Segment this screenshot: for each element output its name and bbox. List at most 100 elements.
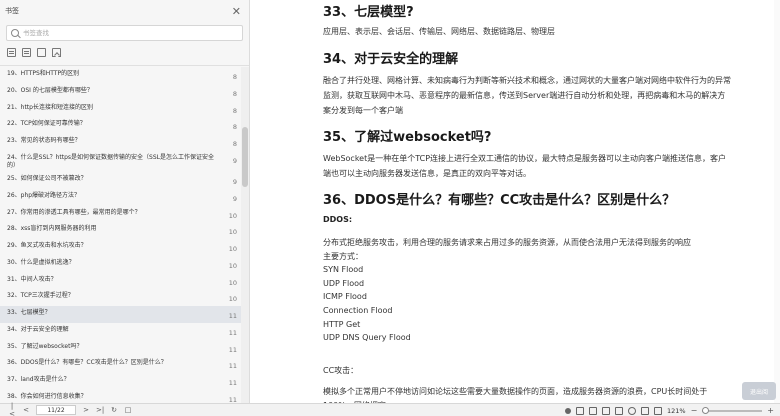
heading-35: 35、了解过websocket吗? bbox=[323, 130, 492, 145]
bookmark-item[interactable]: 22、TCP如何保证可靠传输？ 8 bbox=[0, 117, 241, 134]
bookmark-item-page: 11 bbox=[228, 345, 237, 354]
bookmark-item-label: 32、TCP三次握手过程？ bbox=[7, 292, 74, 300]
bookmark-item-label: 22、TCP如何保证可靠传输？ bbox=[7, 120, 86, 128]
sidebar-divider bbox=[0, 65, 249, 66]
fit-width-icon[interactable] bbox=[654, 406, 662, 415]
bookmark-item[interactable]: 24、什么是SSL？https是如何保证数据传输的安全（SSL是怎么工作保证安全… bbox=[0, 151, 241, 172]
ddos-label: DDOS: bbox=[323, 215, 353, 224]
fit-page-icon[interactable]: □ bbox=[124, 406, 132, 414]
paragraph-cc: 模拟多个正常用户不停地访问如论坛这些需要大量数据操作的页面，造成服务器资源的浪费… bbox=[323, 387, 708, 403]
document-view: 33、七层模型? 应用层、表示层、会话层、传输层、网络层、数据链路层、物理层 3… bbox=[251, 0, 780, 403]
bookmark-item-label: 20、OSI 的七层模型都有哪些？ bbox=[7, 86, 93, 94]
bookmark-item-label: 27、你常用的渗透工具有哪些，最常用的是哪个？ bbox=[7, 208, 141, 216]
heading-33: 33、七层模型? bbox=[323, 5, 414, 20]
bookmark-item[interactable]: 36、DDOS是什么？有哪些？CC攻击是什么？区别是什么？ 11 bbox=[0, 356, 241, 373]
bookmark-item-page: 11 bbox=[228, 379, 237, 388]
bookmark-item-label: 37、land攻击是什么？ bbox=[7, 376, 70, 384]
bookmark-item-label: 34、对于云安全的理解 bbox=[7, 325, 69, 333]
settings-icon[interactable] bbox=[565, 407, 571, 414]
zoom-level[interactable]: 121% bbox=[667, 407, 686, 415]
bookmark-item[interactable]: 19、HTTPS和HTTP的区别 8 bbox=[0, 67, 241, 84]
sidebar-header: 书签 ✕ bbox=[0, 0, 249, 22]
bookmark-item[interactable]: 35、了解过websocket吗？ 11 bbox=[0, 340, 241, 357]
bookmark-item[interactable]: 27、你常用的渗透工具有哪些，最常用的是哪个？ 10 bbox=[0, 206, 241, 223]
zoom-out-icon[interactable]: − bbox=[691, 406, 698, 415]
bookmark-item[interactable]: 30、什么是虚拟机逃逸？ 10 bbox=[0, 256, 241, 273]
status-bar: |< < 11/22 > >| ↻ □ 121% − + bbox=[0, 402, 780, 416]
single-page-icon[interactable] bbox=[576, 406, 584, 415]
bookmark-list: 19、HTTPS和HTTP的区别 8 20、OSI 的七层模型都有哪些？ 8 21、ht… bbox=[0, 67, 241, 403]
bookmark-item[interactable]: 32、TCP三次握手过程？ 10 bbox=[0, 289, 241, 306]
bookmark-item-label: 28、xss盲打到内网服务器的利用 bbox=[7, 225, 97, 233]
expand-all-icon[interactable] bbox=[7, 48, 16, 57]
cc-label: CC攻击： bbox=[323, 366, 359, 375]
bookmark-item-page: 8 bbox=[232, 73, 237, 81]
bookmark-item[interactable]: 21、http长连接和短连接的区别 8 bbox=[0, 101, 241, 118]
bookmark-item[interactable]: 31、中间人攻击？ 10 bbox=[0, 273, 241, 290]
bookmark-item-label: 26、php爆破对路径方法？ bbox=[7, 191, 81, 199]
view-tools: 121% − + bbox=[565, 404, 774, 416]
first-page-icon[interactable]: |< bbox=[8, 402, 16, 416]
bookmark-item-page: 9 bbox=[232, 194, 237, 203]
bookmark-item-page: 10 bbox=[228, 211, 237, 220]
exit-reading-button[interactable]: 退出阅 bbox=[742, 382, 776, 400]
book-mode-icon[interactable] bbox=[615, 406, 623, 415]
search-icon bbox=[11, 29, 19, 37]
fullscreen-icon[interactable] bbox=[641, 406, 649, 415]
bookmark-item[interactable]: 37、land攻击是什么？ 11 bbox=[0, 373, 241, 390]
bookmark-item[interactable]: 25、如何保证公司不被篡改？ 9 bbox=[0, 172, 241, 189]
ddos-intro: 分布式拒绝服务攻击，利用合理的服务请求来占用过多的服务资源，从而使合法用户无法得… bbox=[323, 238, 691, 247]
bookmark-item-label: 33、七层模型？ bbox=[7, 309, 51, 317]
zoom-slider-knob[interactable] bbox=[702, 406, 710, 414]
prev-page-icon[interactable]: < bbox=[22, 406, 30, 414]
bookmark-item-page: 9 bbox=[232, 178, 237, 187]
bookmark-search-input[interactable] bbox=[23, 29, 238, 37]
zoom-in-icon[interactable]: + bbox=[767, 406, 774, 415]
double-page-icon[interactable] bbox=[589, 406, 597, 415]
bookmark-item[interactable]: 34、对于云安全的理解 11 bbox=[0, 323, 241, 340]
bookmark-item[interactable]: 28、xss盲打到内网服务器的利用 10 bbox=[0, 222, 241, 239]
main-methods-label: 主要方式： bbox=[323, 251, 363, 261]
method-item: HTTP Get bbox=[323, 319, 361, 329]
paragraph-33: 应用层、表示层、会话层、传输层、网络层、数据链路层、物理层 bbox=[323, 27, 555, 36]
bookmark-item-page: 9 bbox=[232, 156, 237, 165]
bookmark-item-page: 10 bbox=[228, 228, 237, 237]
document-scrollbar[interactable] bbox=[774, 0, 780, 403]
bookmark-item-page: 8 bbox=[232, 140, 237, 149]
paragraph-35: WebSocket是一种在单个TCP连接上进行全双工通信的协议，最大特点是服务器… bbox=[323, 154, 727, 178]
sidebar-scrollbar[interactable] bbox=[241, 67, 249, 403]
paragraph-36: 分布式拒绝服务攻击，利用合理的服务请求来占用过多的服务资源，从而使合法用户无法得… bbox=[323, 236, 733, 345]
collapse-all-icon[interactable] bbox=[22, 48, 31, 57]
bookmark-item[interactable]: 20、OSI 的七层模型都有哪些？ 8 bbox=[0, 84, 241, 101]
bookmark-item[interactable]: 23、常见的状态码有哪些？ 8 bbox=[0, 134, 241, 151]
page-indicator[interactable]: 11/22 bbox=[36, 405, 76, 415]
bookmark-item-label: 35、了解过websocket吗？ bbox=[7, 342, 83, 350]
heading-36: 36、DDOS是什么？有哪些？CC攻击是什么？区别是什么？ bbox=[323, 193, 676, 208]
bookmark-item-page: 10 bbox=[228, 245, 237, 254]
bookmark-search[interactable] bbox=[6, 25, 243, 41]
bookmark-item-label: 29、鱼叉式攻击和水坑攻击？ bbox=[7, 242, 87, 250]
bookmark-item-page: 11 bbox=[228, 395, 237, 403]
bookmark-item[interactable]: 29、鱼叉式攻击和水坑攻击？ 10 bbox=[0, 239, 241, 256]
zoom-slider[interactable] bbox=[702, 406, 763, 414]
eye-icon[interactable] bbox=[628, 406, 636, 415]
close-icon[interactable]: ✕ bbox=[232, 6, 241, 17]
bookmark-item[interactable]: 33、七层模型？ 11 bbox=[0, 306, 241, 323]
bookmark-item-label: 31、中间人攻击？ bbox=[7, 275, 57, 283]
method-item: ICMP Flood bbox=[323, 292, 367, 302]
sidebar-toolbar bbox=[0, 41, 249, 63]
bookmark-item-label: 23、常见的状态码有哪些？ bbox=[7, 137, 81, 145]
last-page-icon[interactable]: >| bbox=[96, 406, 104, 414]
bookmark-item-label: 21、http长连接和短连接的区别 bbox=[7, 103, 93, 111]
bookmark-item-page: 8 bbox=[232, 106, 237, 115]
rotate-icon[interactable]: ↻ bbox=[110, 406, 118, 414]
bookmark-item-page: 10 bbox=[228, 261, 237, 270]
bookmark-icon[interactable] bbox=[52, 48, 61, 57]
bookmark-sidebar: 书签 ✕ 19、HTTPS和HTTP的区别 8 20、OSI 的七层模型都有哪些？ 8… bbox=[0, 0, 250, 403]
next-page-icon[interactable]: > bbox=[82, 406, 90, 414]
bookmark-item-label: 38、你会如何进行信息收集？ bbox=[7, 392, 87, 400]
bookmark-item[interactable]: 26、php爆破对路径方法？ 9 bbox=[0, 189, 241, 206]
sidebar-scroll-thumb[interactable] bbox=[242, 127, 248, 187]
continuous-page-icon[interactable] bbox=[602, 406, 610, 415]
add-bookmark-icon[interactable] bbox=[37, 48, 46, 57]
